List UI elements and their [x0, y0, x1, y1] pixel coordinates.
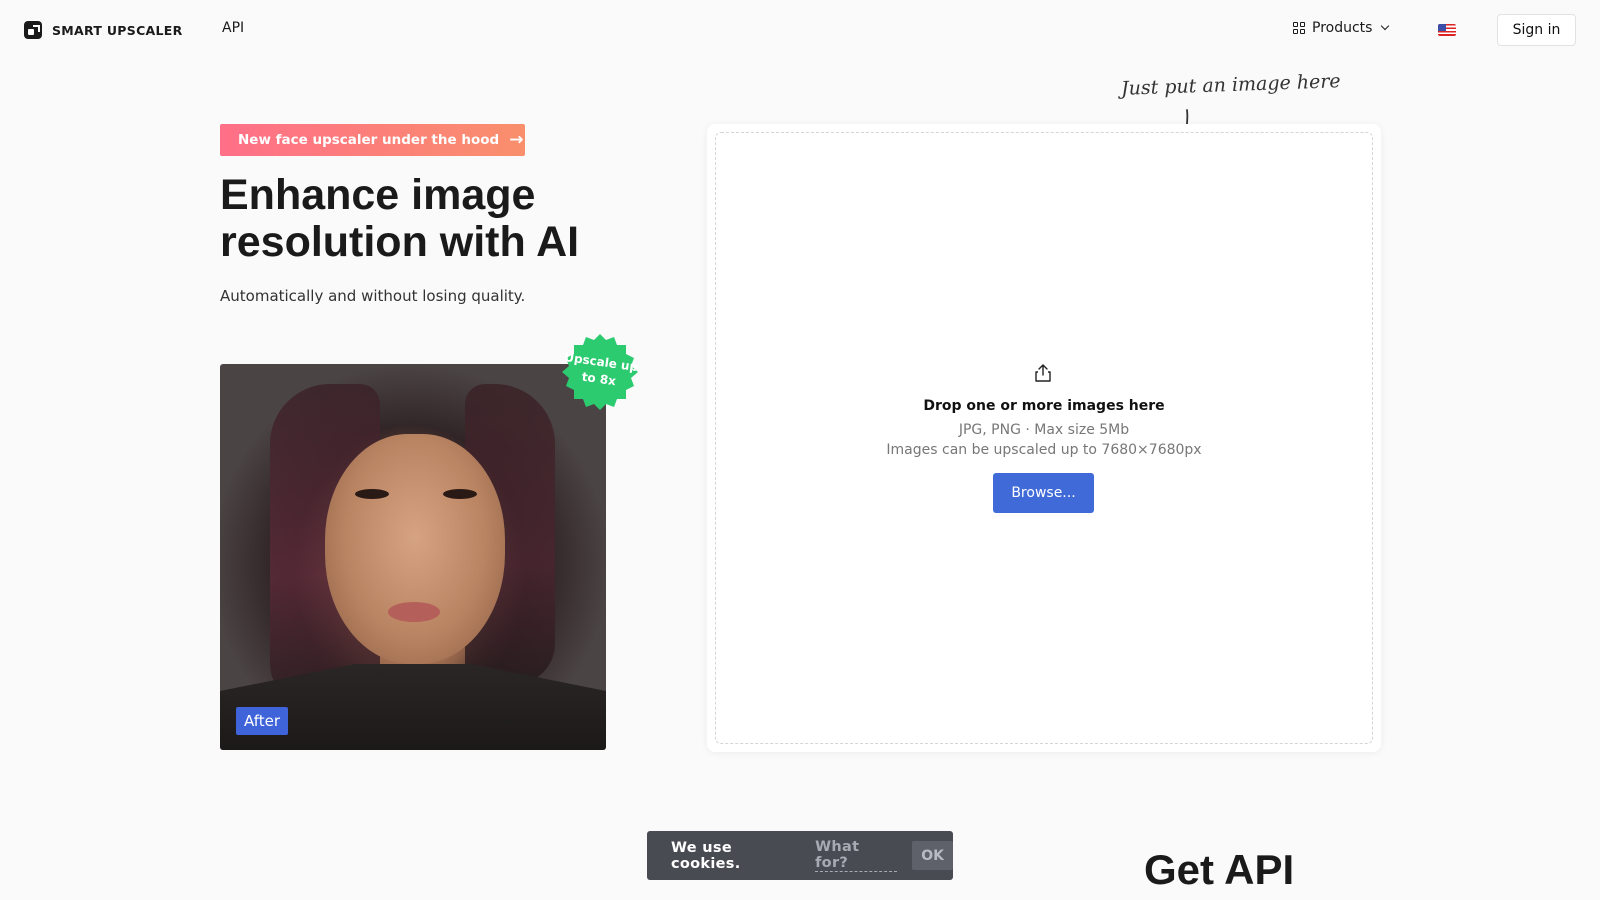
browse-button[interactable]: Browse... — [993, 473, 1094, 513]
cookie-banner: We use cookies. What for? OK — [647, 831, 953, 880]
grid-icon — [1293, 22, 1305, 34]
promo-banner[interactable]: New face upscaler under the hood → — [220, 124, 525, 156]
dropzone-hint: Just put an image here — [1120, 70, 1341, 100]
chevron-down-icon — [1381, 21, 1390, 31]
us-flag-icon[interactable] — [1438, 24, 1456, 36]
sign-in-button[interactable]: Sign in — [1497, 14, 1576, 46]
dropzone-title: Drop one or more images here — [923, 398, 1165, 414]
cookie-text: We use cookies. — [671, 839, 741, 872]
cookie-info-link[interactable]: What for? — [815, 839, 898, 872]
dropzone-size-limit: Images can be upscaled up to 7680×7680px — [886, 442, 1202, 458]
image-dropzone[interactable] — [715, 132, 1373, 744]
page-subtitle: Automatically and without losing quality… — [220, 287, 526, 305]
logo[interactable]: SMART UPSCALER — [24, 21, 183, 39]
get-api-heading: Get API — [1144, 846, 1295, 893]
top-header: SMART UPSCALER API Products Sign in — [0, 0, 1600, 60]
sample-portrait-image — [220, 364, 606, 750]
nav-api-link[interactable]: API — [222, 20, 244, 36]
after-badge: After — [236, 707, 289, 735]
promo-text: New face upscaler under the hood — [238, 132, 500, 148]
upload-icon — [1035, 364, 1051, 382]
cookie-ok-button[interactable]: OK — [912, 841, 953, 870]
products-label: Products — [1312, 20, 1373, 36]
logo-icon — [24, 21, 42, 39]
dropzone-formats: JPG, PNG · Max size 5Mb — [958, 422, 1130, 438]
page-title: Enhance image resolution with AI — [220, 171, 580, 266]
arrow-right-icon: → — [509, 130, 524, 150]
logo-text: SMART UPSCALER — [52, 22, 183, 38]
products-menu[interactable]: Products — [1293, 20, 1390, 36]
